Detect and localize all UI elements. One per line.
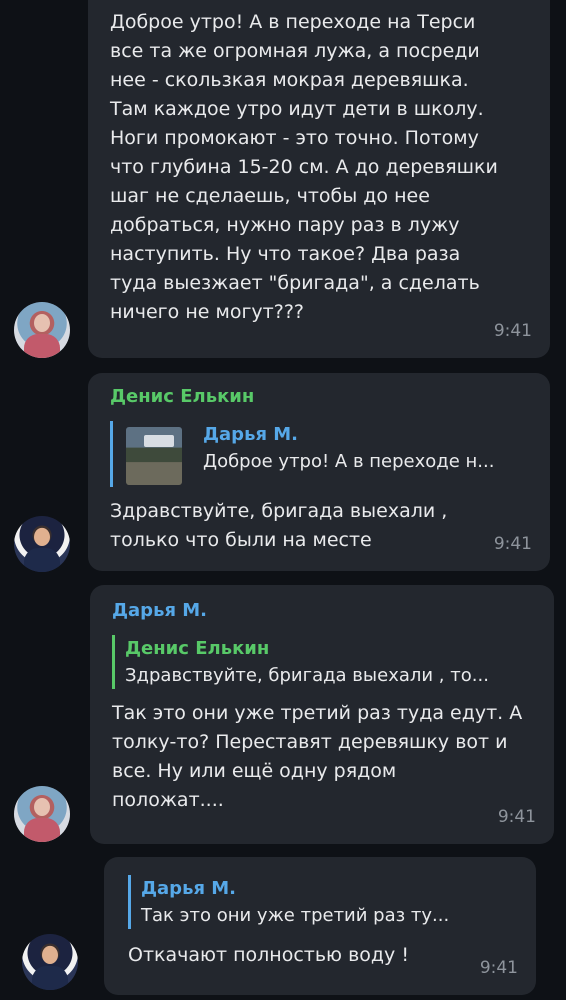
reply-quote[interactable]: Денис Елькин Здравствуйте, бригада выеха… xyxy=(112,635,536,689)
chat-view: Доброе утро! А в переходе на Терси все т… xyxy=(0,0,566,1000)
reply-thumbnail-image xyxy=(126,427,182,485)
message-bubble[interactable]: Доброе утро! А в переходе на Терси все т… xyxy=(88,0,550,358)
reply-text: Так это они уже третий раз ту... xyxy=(141,905,450,926)
avatar-denis[interactable] xyxy=(14,516,70,572)
message-time: 9:41 xyxy=(479,958,518,978)
message-bubble[interactable]: Дарья М. Денис Елькин Здравствуйте, бриг… xyxy=(90,585,554,844)
message-text: Здравствуйте, бригада выехали , только ч… xyxy=(110,500,448,551)
reply-sender-name: Денис Елькин xyxy=(125,638,270,659)
reply-text: Здравствуйте, бригада выехали , то... xyxy=(125,665,489,686)
sender-name[interactable]: Дарья М. xyxy=(112,599,536,623)
message-bubble[interactable]: Дарья М. Так это они уже третий раз ту..… xyxy=(104,857,536,995)
avatar-darya[interactable] xyxy=(14,302,70,358)
reply-sender-name: Дарья М. xyxy=(141,878,237,899)
reply-text: Доброе утро! А в переходе н... xyxy=(203,451,495,472)
reply-sender-name: Дарья М. xyxy=(203,424,299,445)
avatar-denis[interactable] xyxy=(22,934,78,990)
sender-name[interactable]: Денис Елькин xyxy=(110,385,532,409)
message-time: 9:41 xyxy=(493,534,532,554)
message-text: Откачают полностью воду ! xyxy=(128,944,409,966)
message-time: 9:41 xyxy=(493,321,532,341)
reply-quote[interactable]: Дарья М. Доброе утро! А в переходе н... xyxy=(110,421,532,487)
message-text: Доброе утро! А в переходе на Терси все т… xyxy=(110,11,498,323)
message-time: 9:41 xyxy=(497,807,536,827)
message-bubble[interactable]: Денис Елькин Дарья М. Доброе утро! А в п… xyxy=(88,373,550,571)
reply-quote[interactable]: Дарья М. Так это они уже третий раз ту..… xyxy=(128,875,518,929)
avatar-darya[interactable] xyxy=(14,786,70,842)
message-text: Так это они уже третий раз туда едут. А … xyxy=(112,702,523,811)
